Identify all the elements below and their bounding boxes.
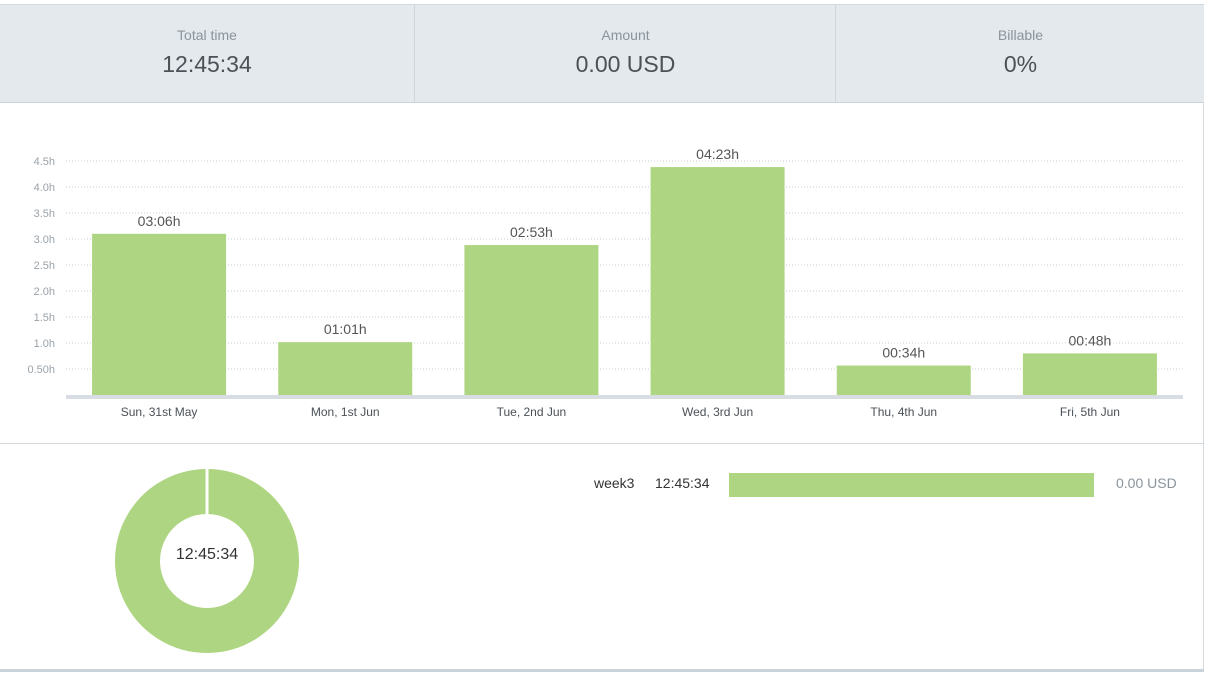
total-time-value: 12:45:34	[162, 51, 252, 77]
x-category-label: Tue, 2nd Jun	[497, 405, 567, 419]
bar	[1022, 353, 1157, 395]
y-tick-label: 2.0h	[34, 286, 55, 298]
bar-value-label: 02:53h	[510, 224, 553, 240]
billable-stat: Billable 0%	[835, 5, 1205, 103]
donut-center-total: 12:45:34	[175, 546, 239, 563]
bar	[836, 365, 971, 395]
y-tick-label: 1.5h	[34, 312, 55, 324]
bar	[464, 245, 599, 395]
bar-value-label: 00:34h	[882, 345, 925, 361]
project-amount: 0.00 USD	[1116, 475, 1177, 491]
amount-value: 0.00 USD	[575, 51, 676, 77]
amount-stat: Amount 0.00 USD	[414, 5, 836, 103]
y-tick-label: 3.5h	[34, 208, 55, 220]
summary-bar: Total time 12:45:34 Amount 0.00 USD Bill…	[0, 4, 1204, 103]
daily-bar-chart: 0.50h 1.0h 1.5h 2.0h 2.5h 3.0h 3.5h 4.0h 4.5h 03:…	[27, 146, 1183, 419]
project-name[interactable]: week3	[594, 475, 634, 491]
y-tick-label: 0.50h	[27, 364, 55, 376]
x-category-label: Sun, 31st May	[121, 405, 198, 419]
project-breakdown-section: 12:45:34 week3 12:45:34 0.00 USD	[0, 444, 1204, 669]
bar	[650, 167, 785, 395]
x-category-label: Wed, 3rd Jun	[682, 405, 753, 419]
daily-bar-chart-section: 0.50h 1.0h 1.5h 2.0h 2.5h 3.0h 3.5h 4.0h 4.5h 03:…	[0, 103, 1204, 444]
bar-value-label: 00:48h	[1069, 332, 1112, 348]
amount-label: Amount	[601, 27, 650, 43]
x-category-label: Thu, 4th Jun	[870, 405, 937, 419]
bar-value-label: 04:23h	[696, 146, 739, 162]
project-time: 12:45:34	[655, 475, 710, 491]
y-tick-label: 2.5h	[34, 260, 55, 272]
total-time-label: Total time	[177, 27, 237, 43]
y-tick-label: 4.5h	[34, 156, 55, 168]
y-tick-label: 1.0h	[34, 338, 55, 350]
billable-value: 0%	[1003, 51, 1038, 77]
project-row[interactable]: week3 12:45:34 0.00 USD	[0, 470, 1204, 497]
bar-value-label: 03:06h	[138, 213, 181, 229]
x-category-label: Mon, 1st Jun	[311, 405, 380, 419]
x-axis-line	[66, 395, 1183, 399]
billable-label: Billable	[997, 27, 1044, 43]
bar-value-label: 01:01h	[324, 321, 367, 337]
bar	[92, 233, 227, 395]
y-tick-label: 3.0h	[34, 234, 55, 246]
total-time-stat: Total time 12:45:34	[0, 5, 414, 103]
x-category-label: Fri, 5th Jun	[1060, 405, 1120, 419]
y-tick-label: 4.0h	[34, 182, 55, 194]
reports-panel: Total time 12:45:34 Amount 0.00 USD Bill…	[0, 4, 1204, 672]
bar	[278, 342, 413, 395]
project-share-bar	[729, 473, 1094, 497]
